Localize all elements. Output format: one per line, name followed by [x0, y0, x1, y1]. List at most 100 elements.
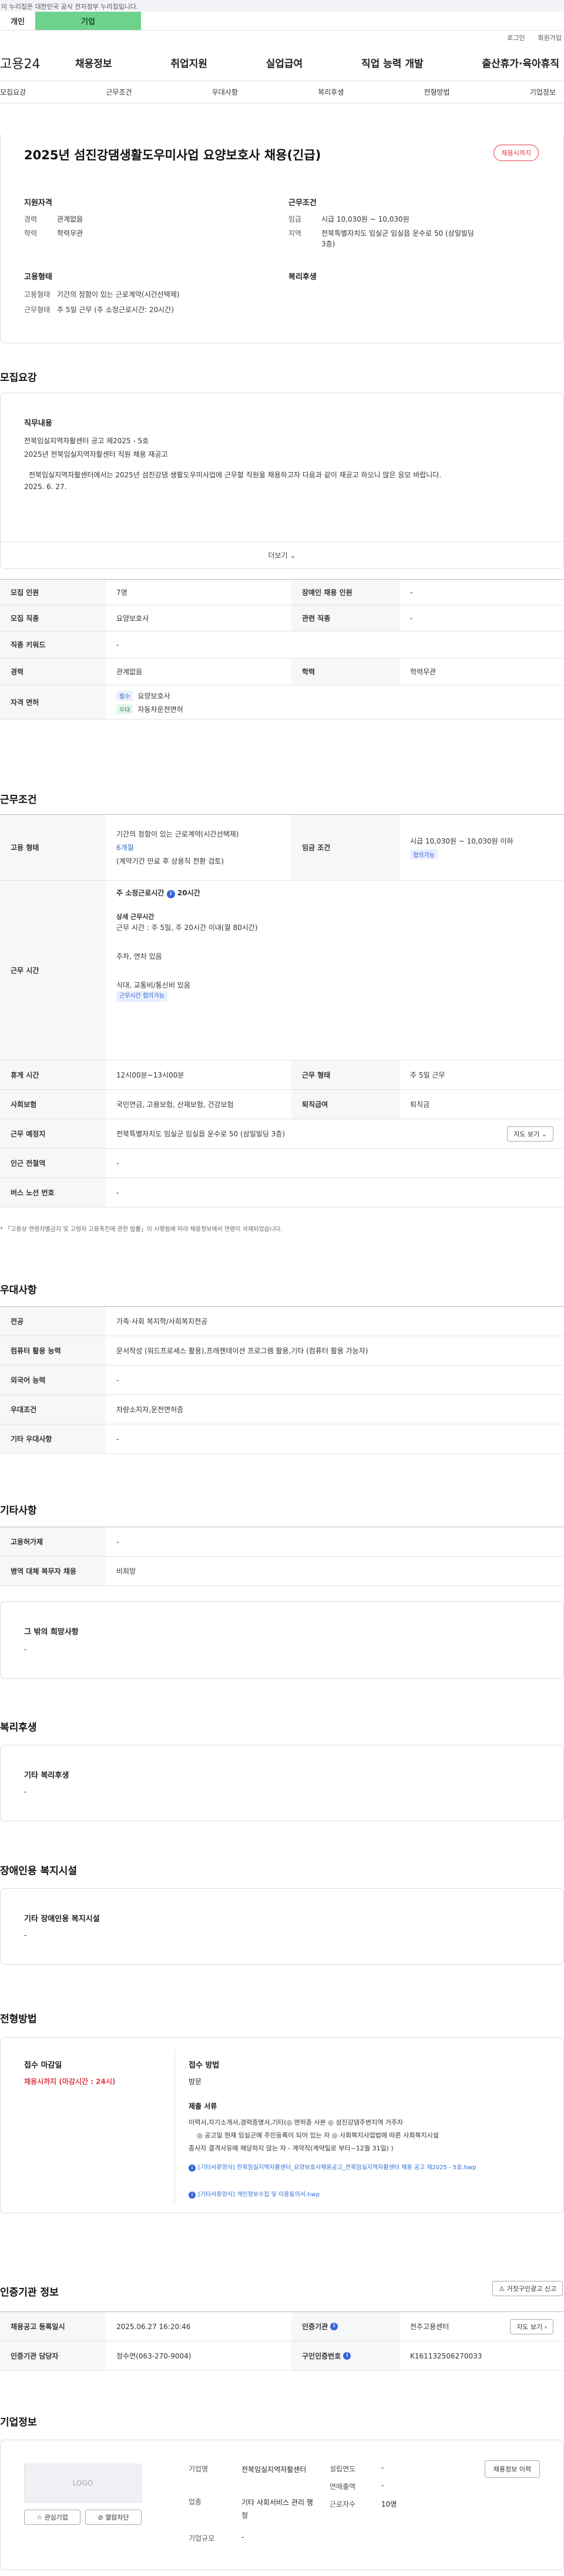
cond-label: 임금 [288, 215, 302, 223]
login-link[interactable]: 로그인 [507, 33, 525, 42]
gnb-unemployment-benefit[interactable]: 실업급여 [266, 55, 303, 70]
block-company-button[interactable]: ⊘ 열람차단 [85, 2510, 142, 2525]
tab-company-info[interactable]: 기업정보 [530, 87, 556, 97]
company-heading: 기업정보 [0, 2417, 37, 2428]
table-header-cell: 인증기관 i [291, 2312, 400, 2341]
info-icon[interactable]: i [330, 2323, 338, 2330]
employment-type-heading: 고용형태 [24, 273, 52, 282]
table-header-cell: 자격 면허 [0, 685, 106, 719]
table-header-cell: 병역 대체 복무자 채용 [0, 1557, 106, 1585]
disabled-sub-heading: 기타 장애인용 복지시설 [24, 1915, 100, 1923]
negotiable-chip: 협의가능 [410, 849, 438, 859]
table-cell: - [116, 1188, 119, 1197]
company-name-value: 전북임실지역자활센터 [241, 2465, 307, 2474]
method-value: 방문 [189, 2077, 202, 2086]
job-title: 2025년 섬진강댐생활도우미사업 요양보호사 채용(긴급) [24, 148, 321, 162]
divider [174, 2049, 175, 2203]
screening-card: 접수 마감일 채용시까지 (마감시간 : 24시) 접수 방법 방문 제출 서류… [0, 2037, 564, 2213]
table-cell: 비희망 [116, 1567, 136, 1575]
agency-heading: 인증기관 정보 [0, 2287, 59, 2299]
hope-heading: 그 밖의 희망사항 [24, 1628, 79, 1637]
table-cell: 가족·사회 복지학/사회복지전공 [116, 1317, 208, 1326]
table-header-cell: 버스 노선 번호 [0, 1178, 106, 1207]
info-icon[interactable]: i [166, 890, 175, 898]
table-row: 고용 형태 기간의 정함이 있는 근로계약(시간선택제) 6개월 (계약기간 만… [0, 815, 564, 881]
table-cell: 국민연금, 고용보험, 산재보험, 건강보험 [116, 1100, 234, 1109]
signup-link[interactable]: 회원가입 [538, 33, 562, 42]
map-button[interactable]: 지도 보기 ⌄ [507, 1126, 553, 1142]
duty-line: 2025년 전북임실지역자활센터 직원 채용 재공고 [24, 450, 168, 459]
deadline-badge: 채용시까지 [494, 145, 539, 161]
company-name-label: 기업명 [189, 2465, 209, 2473]
deadline-heading: 접수 마감일 [24, 2061, 62, 2070]
report-fake-ad-button[interactable]: ⚠ 거짓구인광고 신고 [492, 2281, 563, 2296]
qual-value: 학력무관 [57, 229, 83, 237]
tab-screening[interactable]: 전형방법 [424, 87, 449, 97]
hours-negotiable-chip: 근무시간 협의가능 [116, 991, 167, 1002]
preference-heading: 우대사항 [0, 1284, 37, 1296]
table-cell: 필수 요양보호사 우대 자동차운전면허 [106, 685, 564, 719]
docs-heading: 제출 서류 [189, 2102, 217, 2110]
agency-map-button[interactable]: 지도 보기 › [510, 2319, 553, 2334]
table-cell: 요양보호사 [116, 614, 149, 623]
table-header-cell: 사회보험 [0, 1090, 106, 1119]
info-icon[interactable]: i [343, 2352, 351, 2360]
global-nav: 고용24 채용정보 취업지원 실업급여 직업 능력 개발 출산휴가·육아휴직 [0, 45, 564, 81]
emp-label: 근무형태 [24, 306, 51, 314]
company-size-value: - [241, 2533, 244, 2541]
emp-value: 주 5일 근무 (주 소정근로시간: 20시간) [57, 306, 174, 314]
tab-preference[interactable]: 우대사항 [212, 87, 238, 97]
table-row: 버스 노선 번호 - [0, 1178, 564, 1207]
cond-value: 시급 10,030원 ~ 10,030원 [321, 215, 409, 223]
docs-line: 종사자 결격사유에 해당하지 않는 자 - 계약직(계약일로 부터~12월 31… [189, 2145, 394, 2152]
detail-hours-heading: 상세 근무시간 [116, 913, 155, 921]
alert-icon: ⚠ [499, 2285, 507, 2293]
welfare-sub-heading: 기타 복리후생 [24, 1771, 69, 1780]
table-cell: - [116, 1159, 119, 1167]
table-cell: 2025.06.27 16:20:46 [116, 2322, 191, 2331]
favorite-company-button[interactable]: ☆ 관심기업 [24, 2510, 80, 2525]
recruit-heading: 모집요강 [0, 372, 37, 384]
table-header-cell: 모집 직종 [0, 605, 106, 631]
qual-label: 경력 [24, 215, 38, 223]
attachment-link[interactable]: ⇩ [기타서류양식] 전북임실지역자활센터_요양보호사채용공고_전북임실지역자활센… [189, 2163, 553, 2172]
gnb-employment-support[interactable]: 취업지원 [170, 55, 207, 70]
attachment-link[interactable]: ⇩ [기타서류양식] 개인정보수집 및 이용동의서.hwp [189, 2189, 553, 2199]
job-history-button[interactable]: 채용정보 이력 [484, 2460, 540, 2478]
table-row: 우대조건 차량소지자,운전면허증 [0, 1395, 564, 1424]
tab-recruit[interactable]: 모집요강 [0, 87, 26, 97]
gnb-parental-leave[interactable]: 출산휴가·육아휴직 [482, 55, 559, 70]
table-header-cell: 우대조건 [0, 1395, 106, 1424]
qual-value: 관계없음 [57, 215, 83, 223]
tab-company[interactable]: 기업 [35, 12, 141, 30]
table-header-cell: 인증기관 담당자 [0, 2341, 106, 2370]
tab-personal[interactable]: 개인 [0, 12, 35, 30]
table-row: 병역 대체 복무자 채용 비희망 [0, 1557, 564, 1586]
site-logo[interactable]: 고용24 [0, 53, 58, 72]
founded-value: - [381, 2464, 384, 2472]
table-header-cell: 채용공고 등록일시 [0, 2312, 106, 2341]
table-cell: 7명 [116, 588, 127, 597]
table-row: 직종 키워드 - [0, 631, 564, 658]
industry-label: 업종 [189, 2498, 202, 2506]
tab-welfare[interactable]: 복리후생 [318, 87, 344, 97]
table-header-cell: 고용허가제 [0, 1527, 106, 1556]
table-header-cell: 인근 전철역 [0, 1149, 106, 1177]
emp-note: (계약기간 만료 후 상용직 전환 검토) [116, 857, 224, 865]
gnb-jobs[interactable]: 채용정보 [75, 55, 112, 70]
table-cell: 학력무관 [410, 668, 437, 676]
table-header-cell: 근무 예정지 [0, 1119, 106, 1148]
table-header-cell: 퇴직급여 [291, 1090, 400, 1119]
table-cell: - [116, 1537, 119, 1546]
more-button[interactable]: 더보기 ⌄ [1, 541, 563, 568]
company-logo: LOGO [24, 2464, 142, 2503]
table-cell: 정수연(063-270-9004) [116, 2352, 192, 2360]
table-row: 컴퓨터 활용 능력 문서작성 (워드프로세스 활용),프레젠테이션 프로그램 활용… [0, 1336, 564, 1366]
disabled-card: 기타 장애인용 복지시설 - [0, 1888, 564, 1965]
table-cell: 차량소지자,운전면허증 [116, 1406, 184, 1414]
table-header-cell: 근무 시간 [0, 881, 106, 1060]
gnb-training[interactable]: 직업 능력 개발 [361, 55, 424, 70]
tab-work-conditions[interactable]: 근무조건 [106, 87, 132, 97]
table-cell: 주 5일 근무 [410, 1071, 445, 1079]
disabled-heading: 장애인용 복지시설 [0, 1865, 78, 1877]
